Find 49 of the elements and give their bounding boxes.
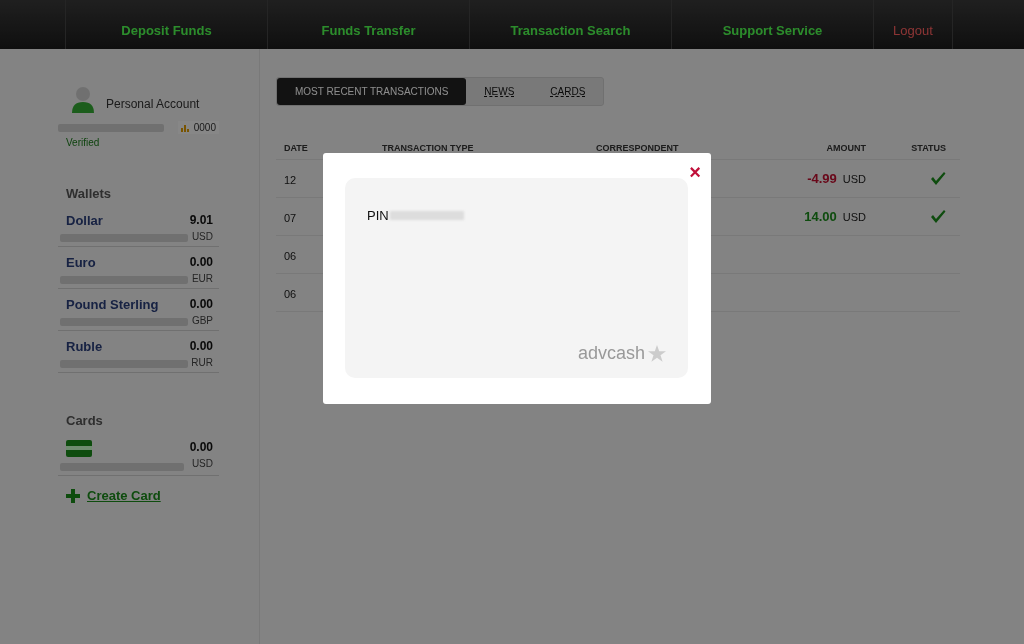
tab[interactable]: MOST RECENT TRANSACTIONS — [277, 78, 467, 105]
card-icon — [66, 440, 92, 457]
table-cell: 06 — [284, 249, 297, 262]
nav-link[interactable]: Support Service — [722, 23, 823, 38]
plus-icon — [66, 488, 80, 503]
wallet-name[interactable]: Dollar — [60, 213, 188, 228]
table-cell: 06 — [284, 287, 297, 300]
column-header: CORRESPONDENT — [596, 142, 680, 153]
avatar-icon — [70, 85, 96, 113]
table-cell: 07 — [284, 211, 297, 224]
tab[interactable]: CARDS — [532, 78, 604, 105]
create-card-link[interactable]: Create Card — [87, 488, 161, 503]
currency-label: USD — [842, 211, 866, 223]
amount-value: -4.99 — [807, 171, 837, 186]
badge-number: 0000 — [193, 122, 216, 133]
verified-label: Verified — [66, 137, 101, 148]
wallet-currency: RUR — [191, 357, 213, 368]
wallet-amount: 0.00 — [189, 255, 213, 269]
wallet-amount: 9.01 — [189, 213, 213, 227]
star-icon — [648, 345, 666, 362]
column-header: STATUS — [910, 142, 947, 153]
wallet-amount: 0.00 — [189, 339, 213, 353]
section-heading: Cards — [66, 413, 104, 428]
currency-label: USD — [842, 173, 866, 185]
nav-link[interactable]: Logout — [893, 23, 933, 38]
wallet-name[interactable]: Pound Sterling — [60, 297, 188, 312]
wallet-name[interactable]: Euro — [60, 255, 188, 270]
nav-link[interactable]: Funds Transfer — [321, 23, 416, 38]
card-currency: USD — [191, 458, 213, 469]
card-amount: 0.00 — [189, 440, 213, 454]
bar-chart-icon — [180, 123, 191, 132]
brand-logo-text: advcash — [577, 343, 645, 364]
column-header: AMOUNT — [825, 142, 866, 153]
close-button[interactable]: × — [689, 163, 701, 181]
amount-value: 14.00 — [804, 209, 837, 224]
table-cell: 12 — [284, 173, 297, 186]
column-header: DATE — [284, 142, 309, 153]
tab[interactable]: NEWS — [466, 78, 533, 105]
pin-label: PIN — [367, 208, 389, 223]
nav-link[interactable]: Transaction Search — [510, 23, 631, 38]
section-heading: Wallets — [66, 186, 113, 201]
column-header: TRANSACTION TYPE — [382, 142, 475, 153]
account-title: Personal Account — [106, 97, 200, 113]
wallet-amount: 0.00 — [189, 297, 213, 311]
wallet-currency: GBP — [191, 315, 213, 326]
wallet-name[interactable]: Ruble — [60, 339, 188, 354]
wallet-currency: EUR — [191, 273, 213, 284]
wallet-currency: USD — [191, 231, 213, 242]
nav-link[interactable]: Deposit Funds — [121, 23, 212, 38]
